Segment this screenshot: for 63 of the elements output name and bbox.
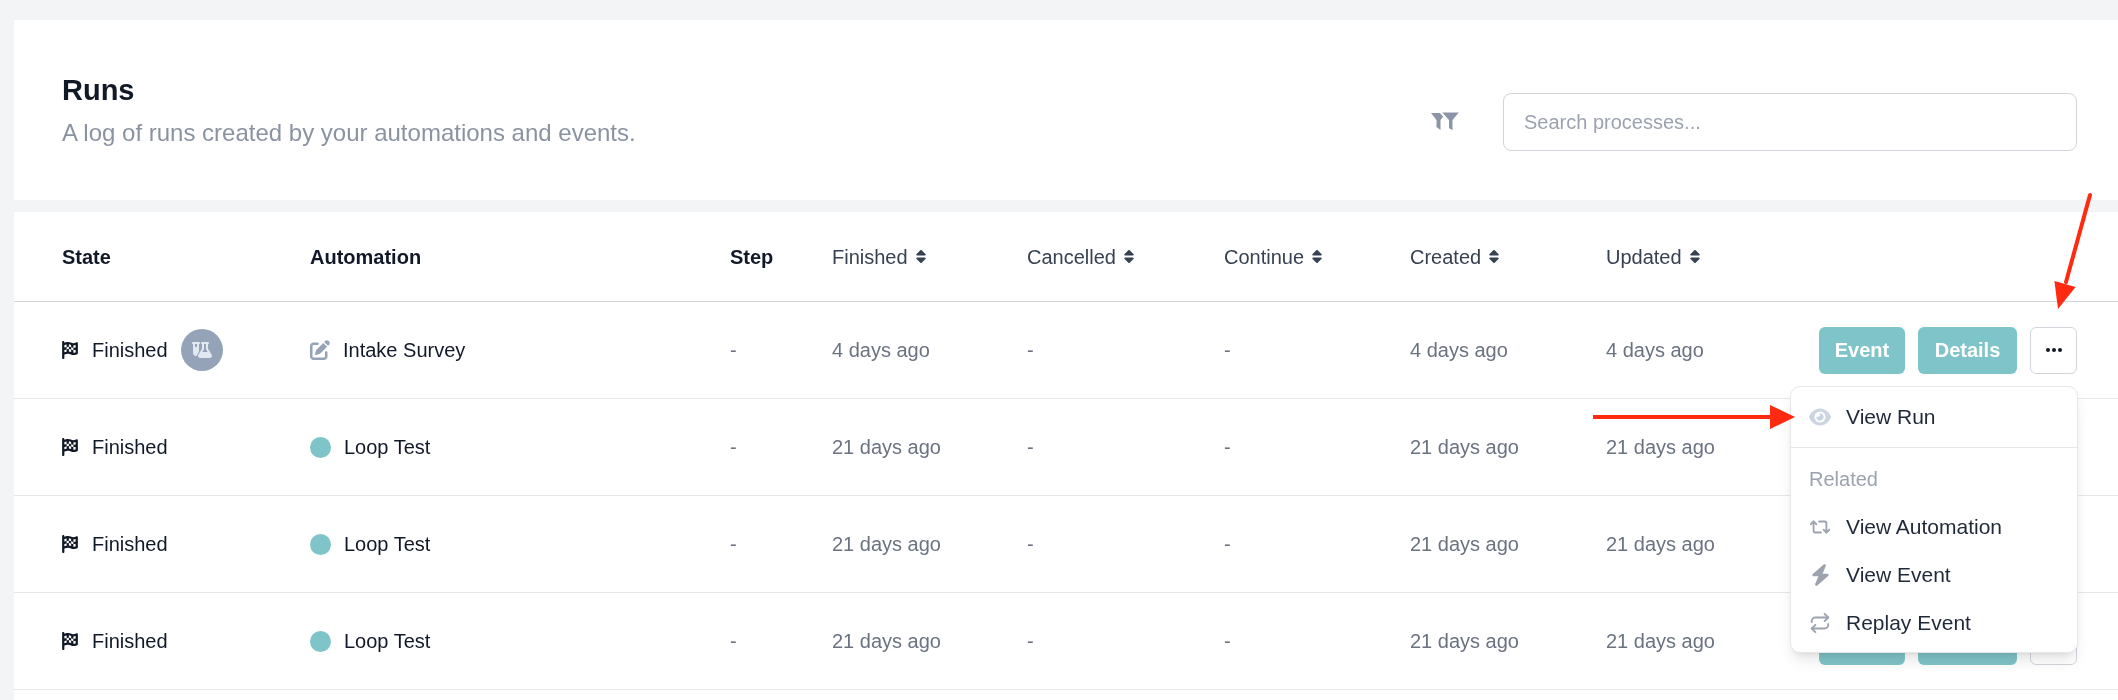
- column-header[interactable]: Finished: [832, 241, 926, 272]
- automation-name[interactable]: Loop Test: [344, 432, 431, 462]
- table-cell-text: 21 days ago: [1606, 532, 1715, 557]
- table-cell-text: 21 days ago: [832, 435, 941, 460]
- table-cell-text: -: [1027, 629, 1034, 654]
- checkered-flag-icon: [62, 632, 78, 650]
- search-field[interactable]: Search processes...: [1503, 93, 2077, 151]
- sort-icon: [1312, 249, 1323, 264]
- column-header[interactable]: Cancelled: [1027, 241, 1134, 272]
- table-cell-text: 21 days ago: [1410, 532, 1519, 557]
- automation-name[interactable]: Loop Test: [344, 626, 431, 656]
- state-label: Finished: [92, 338, 168, 363]
- table-cell-text: -: [1224, 435, 1231, 460]
- column-header[interactable]: Created: [1410, 241, 1500, 272]
- automation-name[interactable]: Intake Survey: [343, 335, 466, 365]
- column-header: Automation: [310, 244, 422, 270]
- menu-section-label: Related: [1808, 467, 1879, 492]
- table-cell-text: 4 days ago: [832, 338, 930, 363]
- table-cell-text: 21 days ago: [1410, 629, 1519, 654]
- table-cell-text: -: [1224, 338, 1231, 363]
- table-cell-text: -: [730, 435, 737, 460]
- table-cell-text: 21 days ago: [1606, 629, 1715, 654]
- table-cell-text: -: [730, 629, 737, 654]
- more-button[interactable]: [2030, 326, 2077, 374]
- state-label: Finished: [92, 435, 168, 460]
- page-subtitle: A log of runs created by your automations and events.: [62, 118, 636, 148]
- table-cell-text: -: [1027, 338, 1034, 363]
- table-cell-text: -: [1027, 435, 1034, 460]
- eye-icon: [1809, 407, 1831, 427]
- checkered-flag-icon: [62, 438, 78, 456]
- table-cell-text: -: [730, 338, 737, 363]
- state-label: Finished: [92, 629, 168, 654]
- repeat-icon: [1809, 612, 1831, 634]
- table-cell-text: 4 days ago: [1606, 338, 1704, 363]
- sort-icon: [915, 249, 926, 264]
- sort-icon: [1689, 249, 1700, 264]
- checkered-flag-icon: [62, 341, 78, 359]
- column-header: Step: [730, 244, 774, 270]
- menu-item[interactable]: View Run: [1791, 393, 2077, 441]
- table-cell-text: 21 days ago: [1606, 435, 1715, 460]
- ellipsis-icon: [2045, 348, 2062, 352]
- column-header[interactable]: Updated: [1606, 241, 1700, 272]
- column-header[interactable]: Continue: [1224, 241, 1323, 272]
- menu-item[interactable]: View Event: [1791, 551, 2077, 599]
- table-cell-text: -: [1027, 532, 1034, 557]
- page-title: Runs: [62, 73, 136, 108]
- table-cell-text: 21 days ago: [1410, 435, 1519, 460]
- table-cell-text: -: [1224, 629, 1231, 654]
- checkered-flag-icon: [62, 535, 78, 553]
- table-cell-text: 21 days ago: [832, 532, 941, 557]
- column-header: State: [62, 244, 111, 270]
- state-label: Finished: [92, 532, 168, 557]
- table-cell-text: 21 days ago: [832, 629, 941, 654]
- table-cell-text: -: [730, 532, 737, 557]
- bolt-icon: [1810, 564, 1830, 586]
- edit-icon: [310, 340, 330, 360]
- menu-item[interactable]: View Automation: [1791, 503, 2077, 551]
- automation-name[interactable]: Loop Test: [344, 529, 431, 559]
- sort-icon: [1489, 249, 1500, 264]
- sort-icon: [1123, 249, 1134, 264]
- table-cell-text: 4 days ago: [1410, 338, 1508, 363]
- menu-item[interactable]: Replay Event: [1791, 599, 2077, 647]
- table-cell-text: -: [1224, 532, 1231, 557]
